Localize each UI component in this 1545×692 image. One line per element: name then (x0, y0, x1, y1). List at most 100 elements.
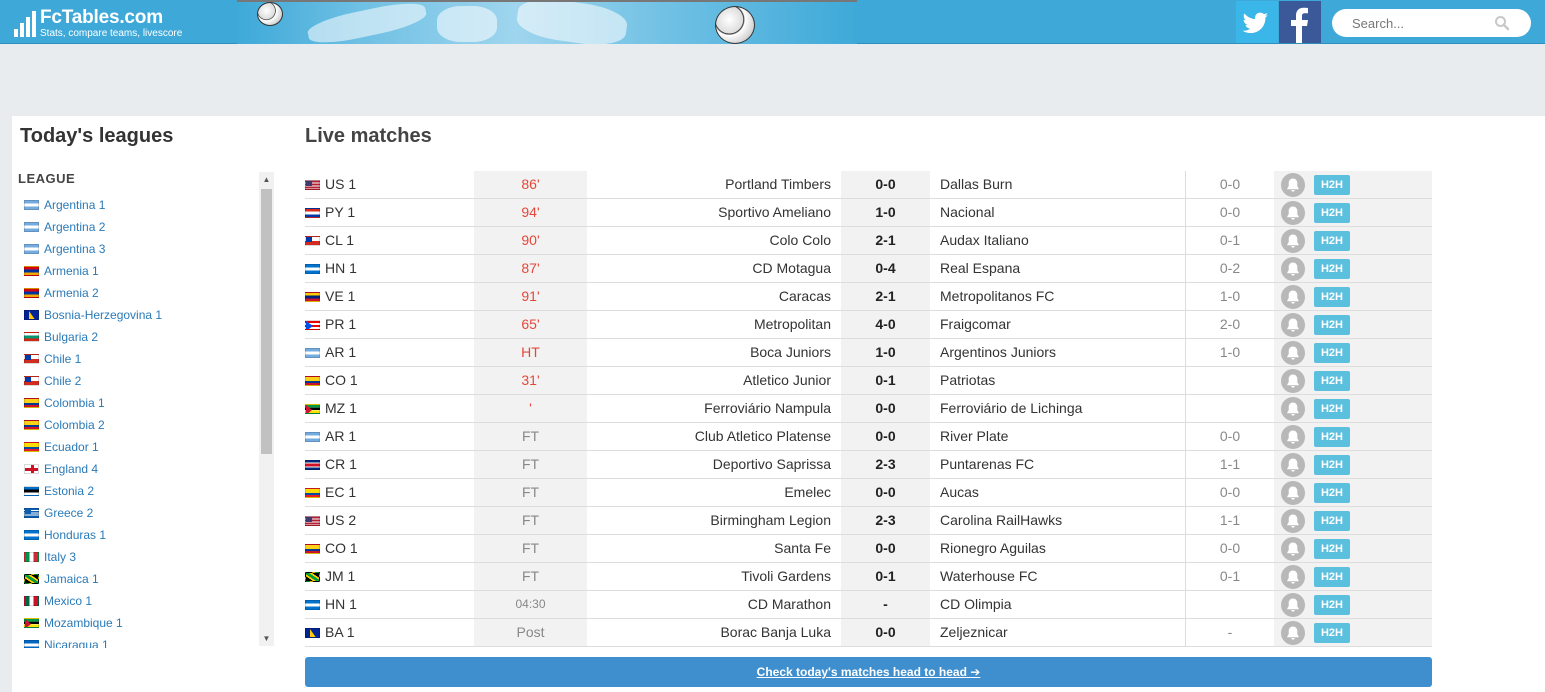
league-item[interactable]: Bulgaria 2 (24, 326, 260, 348)
match-score[interactable]: 0-0 (841, 619, 930, 646)
away-team[interactable]: Metropolitanos FC (940, 283, 1184, 310)
match-score[interactable]: 0-0 (841, 423, 930, 450)
league-item[interactable]: Argentina 1 (24, 194, 260, 216)
match-row[interactable]: BA 1 Post Borac Banja Luka 0-0 Zeljeznicar - H… (305, 619, 1432, 647)
league-item[interactable]: Colombia 2 (24, 414, 260, 436)
match-row[interactable]: HN 1 04:30 CD Marathon - CD Olimpia H2H (305, 591, 1432, 619)
match-score[interactable]: 0-1 (841, 563, 930, 590)
home-team[interactable]: CD Marathon (587, 591, 831, 618)
match-league[interactable]: BA 1 (305, 619, 475, 646)
league-item[interactable]: Argentina 2 (24, 216, 260, 238)
away-team[interactable]: Argentinos Juniors (940, 339, 1184, 366)
bell-icon[interactable] (1281, 509, 1305, 533)
away-team[interactable]: Aucas (940, 479, 1184, 506)
h2h-button[interactable]: H2H (1314, 231, 1350, 251)
bell-icon[interactable] (1281, 313, 1305, 337)
h2h-button[interactable]: H2H (1314, 399, 1350, 419)
bell-icon[interactable] (1281, 397, 1305, 421)
away-team[interactable]: Puntarenas FC (940, 451, 1184, 478)
bell-icon[interactable] (1281, 257, 1305, 281)
match-score[interactable]: 0-4 (841, 255, 930, 282)
league-item[interactable]: Estonia 2 (24, 480, 260, 502)
bell-icon[interactable] (1281, 593, 1305, 617)
h2h-button[interactable]: H2H (1314, 343, 1350, 363)
match-row[interactable]: HN 1 87' CD Motagua 0-4 Real Espana 0-2 H2H (305, 255, 1432, 283)
league-item[interactable]: Bosnia-Herzegovina 1 (24, 304, 260, 326)
match-row[interactable]: CO 1 FT Santa Fe 0-0 Rionegro Aguilas 0-0 H2H (305, 535, 1432, 563)
league-item[interactable]: Armenia 2 (24, 282, 260, 304)
h2h-button[interactable]: H2H (1314, 287, 1350, 307)
away-team[interactable]: Zeljeznicar (940, 619, 1184, 646)
away-team[interactable]: Ferroviário de Lichinga (940, 395, 1184, 422)
league-item[interactable]: Mexico 1 (24, 590, 260, 612)
match-league[interactable]: EC 1 (305, 479, 475, 506)
match-league[interactable]: PR 1 (305, 311, 475, 338)
home-team[interactable]: Birmingham Legion (587, 507, 831, 534)
league-item[interactable]: Chile 2 (24, 370, 260, 392)
h2h-button[interactable]: H2H (1314, 483, 1350, 503)
bell-icon[interactable] (1281, 173, 1305, 197)
match-score[interactable]: 1-0 (841, 339, 930, 366)
match-row[interactable]: US 2 FT Birmingham Legion 2-3 Carolina RailH… (305, 507, 1432, 535)
home-team[interactable]: Santa Fe (587, 535, 831, 562)
scroll-up-icon[interactable]: ▲ (259, 172, 274, 187)
home-team[interactable]: Atletico Junior (587, 367, 831, 394)
home-team[interactable]: Caracas (587, 283, 831, 310)
twitter-button[interactable] (1236, 1, 1278, 43)
match-row[interactable]: AR 1 HT Boca Juniors 1-0 Argentinos Juniors 1… (305, 339, 1432, 367)
match-row[interactable]: MZ 1 ' Ferroviário Nampula 0-0 Ferroviário d… (305, 395, 1432, 423)
home-team[interactable]: Colo Colo (587, 227, 831, 254)
away-team[interactable]: Dallas Burn (940, 171, 1184, 198)
bell-icon[interactable] (1281, 285, 1305, 309)
match-score[interactable]: 2-3 (841, 451, 930, 478)
scrollbar-thumb[interactable] (261, 189, 272, 454)
match-row[interactable]: VE 1 91' Caracas 2-1 Metropolitanos FC 1-0 H2H (305, 283, 1432, 311)
away-team[interactable]: River Plate (940, 423, 1184, 450)
match-league[interactable]: US 2 (305, 507, 475, 534)
match-league[interactable]: AR 1 (305, 339, 475, 366)
h2h-button[interactable]: H2H (1314, 315, 1350, 335)
league-item[interactable]: Argentina 3 (24, 238, 260, 260)
match-row[interactable]: EC 1 FT Emelec 0-0 Aucas 0-0 H2H (305, 479, 1432, 507)
h2h-button[interactable]: H2H (1314, 623, 1350, 643)
home-team[interactable]: Sportivo Ameliano (587, 199, 831, 226)
h2h-button[interactable]: H2H (1314, 511, 1350, 531)
league-item[interactable]: Nicaragua 1 (24, 634, 260, 648)
league-item[interactable]: Italy 3 (24, 546, 260, 568)
match-score[interactable]: 2-1 (841, 227, 930, 254)
match-score[interactable]: 0-1 (841, 367, 930, 394)
bell-icon[interactable] (1281, 229, 1305, 253)
match-row[interactable]: CO 1 31' Atletico Junior 0-1 Patriotas H2H (305, 367, 1432, 395)
match-row[interactable]: CL 1 90' Colo Colo 2-1 Audax Italiano 0-1 H2H (305, 227, 1432, 255)
league-list-scrollbar[interactable]: ▲ ▼ (259, 172, 274, 646)
home-team[interactable]: Boca Juniors (587, 339, 831, 366)
match-league[interactable]: CL 1 (305, 227, 475, 254)
league-item[interactable]: Ecuador 1 (24, 436, 260, 458)
bell-icon[interactable] (1281, 341, 1305, 365)
match-score[interactable]: 0-0 (841, 171, 930, 198)
match-league[interactable]: HN 1 (305, 591, 475, 618)
away-team[interactable]: Fraigcomar (940, 311, 1184, 338)
match-score[interactable]: 0-0 (841, 395, 930, 422)
search-input[interactable] (1350, 13, 1500, 33)
h2h-button[interactable]: H2H (1314, 595, 1350, 615)
match-league[interactable]: PY 1 (305, 199, 475, 226)
h2h-button[interactable]: H2H (1314, 567, 1350, 587)
league-item[interactable]: Jamaica 1 (24, 568, 260, 590)
bell-icon[interactable] (1281, 453, 1305, 477)
match-score[interactable]: 1-0 (841, 199, 930, 226)
away-team[interactable]: Audax Italiano (940, 227, 1184, 254)
home-team[interactable]: CD Motagua (587, 255, 831, 282)
match-score[interactable]: 2-1 (841, 283, 930, 310)
bell-icon[interactable] (1281, 621, 1305, 645)
match-row[interactable]: PR 1 65' Metropolitan 4-0 Fraigcomar 2-0 H2H (305, 311, 1432, 339)
bell-icon[interactable] (1281, 425, 1305, 449)
home-team[interactable]: Club Atletico Platense (587, 423, 831, 450)
league-item[interactable]: Chile 1 (24, 348, 260, 370)
away-team[interactable]: CD Olimpia (940, 591, 1184, 618)
away-team[interactable]: Real Espana (940, 255, 1184, 282)
match-league[interactable]: US 1 (305, 171, 475, 198)
away-team[interactable]: Rionegro Aguilas (940, 535, 1184, 562)
home-team[interactable]: Deportivo Saprissa (587, 451, 831, 478)
match-league[interactable]: MZ 1 (305, 395, 475, 422)
